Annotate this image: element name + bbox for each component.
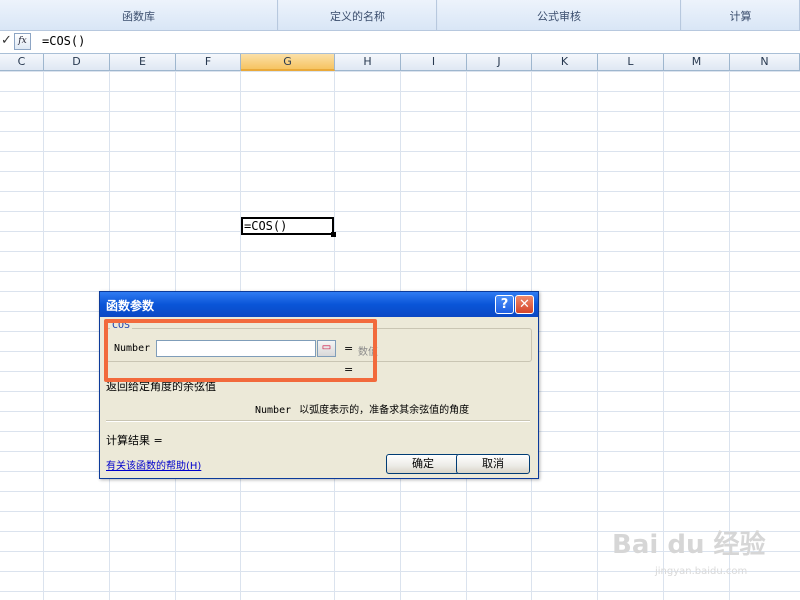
column-header-j[interactable]: J xyxy=(467,54,532,71)
dialog-title-bar[interactable]: 函数参数 ? ✕ xyxy=(100,292,538,317)
help-icon[interactable]: ? xyxy=(495,295,514,314)
column-header-d[interactable]: D xyxy=(44,54,110,71)
formula-bar: ✓ fx =COS() xyxy=(0,31,800,54)
formula-input[interactable]: =COS() xyxy=(42,34,85,48)
ribbon-group-label: 计算 xyxy=(729,10,752,23)
ok-button[interactable]: 确定 xyxy=(386,454,460,474)
argument-description: Number 以弧度表示的，准备求其余弦值的角度 xyxy=(255,401,469,416)
close-icon[interactable]: ✕ xyxy=(515,295,534,314)
column-header-l[interactable]: L xyxy=(598,54,664,71)
ribbon-group-calculation[interactable]: 计算 xyxy=(682,0,800,30)
active-cell[interactable]: =COS() xyxy=(241,217,336,237)
active-cell-content: =COS() xyxy=(244,219,288,233)
formula-result: 计算结果 = xyxy=(106,434,163,447)
column-header-n[interactable]: N xyxy=(730,54,800,71)
column-header-g[interactable]: G xyxy=(241,54,335,71)
divider xyxy=(106,420,530,422)
cancel-button[interactable]: 取消 xyxy=(456,454,530,474)
dialog-title: 函数参数 xyxy=(106,299,155,313)
column-header-k[interactable]: K xyxy=(532,54,598,71)
ribbon-group-label: 公式审核 xyxy=(537,10,581,23)
column-header-i[interactable]: I xyxy=(401,54,467,71)
column-header-h[interactable]: H xyxy=(335,54,401,71)
column-header-e[interactable]: E xyxy=(110,54,176,71)
grid-line xyxy=(729,71,730,600)
ribbon-group-label: 定义的名称 xyxy=(330,10,385,23)
column-header-c[interactable]: C xyxy=(0,54,44,71)
ribbon-group-defined-names[interactable]: 定义的名称 xyxy=(279,0,437,30)
grid-line xyxy=(597,71,598,600)
help-on-function-link[interactable]: 有关该函数的帮助(H) xyxy=(106,457,201,472)
ribbon-group-function-library[interactable]: 函数库 xyxy=(0,0,278,30)
argument-description-text: 以弧度表示的，准备求其余弦值的角度 xyxy=(299,405,470,416)
ribbon: 函数库 定义的名称 公式审核 计算 xyxy=(0,0,800,31)
highlight-box xyxy=(104,319,377,382)
insert-function-button[interactable]: fx xyxy=(14,33,31,50)
check-icon[interactable]: ✓ xyxy=(1,33,12,48)
baidu-jingyan-watermark: Bai du 经验 xyxy=(612,530,766,560)
column-header-f[interactable]: F xyxy=(176,54,241,71)
watermark-url: jingyan.baidu.com xyxy=(655,566,748,577)
argument-description-name: Number xyxy=(255,405,292,416)
fill-handle[interactable] xyxy=(331,232,336,237)
grid-line xyxy=(43,71,44,600)
ribbon-group-label: 函数库 xyxy=(122,10,155,23)
ribbon-group-formula-auditing[interactable]: 公式审核 xyxy=(438,0,681,30)
grid-line xyxy=(663,71,664,600)
column-header-m[interactable]: M xyxy=(664,54,730,71)
